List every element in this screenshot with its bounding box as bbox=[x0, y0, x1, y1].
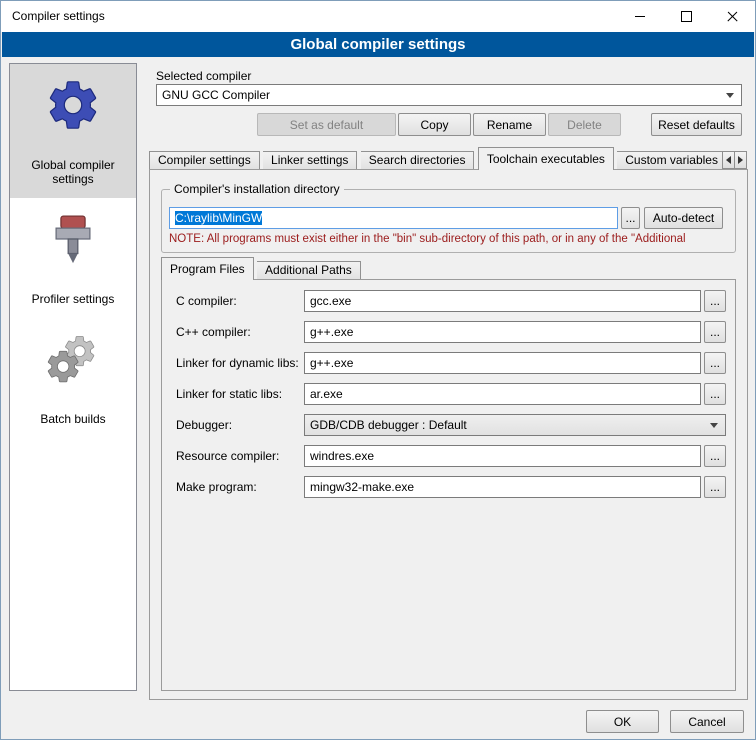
ok-button[interactable]: OK bbox=[586, 710, 659, 733]
window-title: Compiler settings bbox=[12, 1, 105, 32]
linker-static-input[interactable]: ar.exe bbox=[304, 383, 701, 405]
maximize-icon bbox=[681, 11, 692, 22]
browse-button[interactable]: ... bbox=[704, 290, 726, 312]
delete-button[interactable]: Delete bbox=[548, 113, 621, 136]
browse-button[interactable]: ... bbox=[704, 445, 726, 467]
sidebar-item-label: Batch builds bbox=[12, 412, 134, 426]
field-value: ar.exe bbox=[310, 387, 343, 401]
profiler-icon bbox=[12, 208, 134, 270]
tab-linker-settings[interactable]: Linker settings bbox=[263, 151, 357, 169]
cancel-button[interactable]: Cancel bbox=[670, 710, 744, 733]
cpp-compiler-input[interactable]: g++.exe bbox=[304, 321, 701, 343]
gear-blue-icon bbox=[12, 74, 134, 136]
selected-compiler-combobox[interactable]: GNU GCC Compiler bbox=[156, 84, 742, 106]
installation-directory-group-title: Compiler's installation directory bbox=[170, 182, 344, 197]
dialog-header: Global compiler settings bbox=[2, 32, 754, 57]
chevron-down-icon bbox=[710, 423, 718, 428]
field-label: C compiler: bbox=[176, 290, 237, 312]
close-icon bbox=[726, 10, 739, 23]
field-value: g++.exe bbox=[310, 325, 353, 339]
debugger-combobox[interactable]: GDB/CDB debugger : Default bbox=[304, 414, 726, 436]
browse-button[interactable]: ... bbox=[704, 352, 726, 374]
browse-button[interactable]: ... bbox=[704, 476, 726, 498]
tab-scroll-left-icon bbox=[726, 156, 731, 164]
tab-toolchain-executables[interactable]: Toolchain executables bbox=[478, 147, 614, 170]
sidebar-item-label: Profiler settings bbox=[12, 292, 134, 306]
tab-scroll-right-button[interactable] bbox=[734, 151, 747, 169]
debugger-value: GDB/CDB debugger : Default bbox=[305, 418, 710, 432]
tab-compiler-settings[interactable]: Compiler settings bbox=[149, 151, 260, 169]
sidebar-item-batch-builds[interactable]: Batch builds bbox=[10, 318, 136, 438]
tab-program-files[interactable]: Program Files bbox=[161, 257, 254, 280]
make-program-input[interactable]: mingw32-make.exe bbox=[304, 476, 701, 498]
c-compiler-input[interactable]: gcc.exe bbox=[304, 290, 701, 312]
rename-button[interactable]: Rename bbox=[473, 113, 546, 136]
tab-search-directories[interactable]: Search directories bbox=[361, 151, 475, 169]
field-label: Debugger: bbox=[176, 414, 232, 436]
field-label: C++ compiler: bbox=[176, 321, 251, 343]
field-label: Make program: bbox=[176, 476, 257, 498]
copy-button[interactable]: Copy bbox=[398, 113, 471, 136]
field-label: Resource compiler: bbox=[176, 445, 279, 467]
installation-directory-browse-button[interactable]: ... bbox=[621, 207, 640, 229]
chevron-down-icon bbox=[726, 93, 734, 98]
field-label: Linker for dynamic libs: bbox=[176, 352, 299, 374]
sidebar-item-profiler-settings[interactable]: Profiler settings bbox=[10, 198, 136, 318]
auto-detect-button[interactable]: Auto-detect bbox=[644, 207, 723, 229]
compiler-settings-window: Compiler settings Global compiler settin… bbox=[0, 0, 756, 740]
installation-directory-value: C:\raylib\MinGW bbox=[175, 211, 262, 225]
tab-additional-paths[interactable]: Additional Paths bbox=[257, 261, 361, 279]
titlebar[interactable]: Compiler settings bbox=[1, 1, 755, 32]
browse-button[interactable]: ... bbox=[704, 321, 726, 343]
tab-scroll-right-icon bbox=[738, 156, 743, 164]
tab-custom-variables[interactable]: Custom variables bbox=[617, 151, 723, 169]
installation-directory-input[interactable]: C:\raylib\MinGW bbox=[169, 207, 618, 229]
close-button[interactable] bbox=[709, 1, 755, 32]
field-value: mingw32-make.exe bbox=[310, 480, 414, 494]
maximize-button[interactable] bbox=[663, 1, 709, 32]
compiler-tabstrip: Compiler settings Linker settings Search… bbox=[149, 147, 748, 170]
set-as-default-button[interactable]: Set as default bbox=[257, 113, 396, 136]
reset-defaults-button[interactable]: Reset defaults bbox=[651, 113, 742, 136]
field-label: Linker for static libs: bbox=[176, 383, 282, 405]
selected-compiler-value: GNU GCC Compiler bbox=[157, 88, 726, 102]
sidebar-item-label: Global compiler settings bbox=[12, 158, 134, 186]
program-files-tabstrip: Program Files Additional Paths bbox=[161, 257, 736, 280]
browse-button[interactable]: ... bbox=[704, 383, 726, 405]
field-value: gcc.exe bbox=[310, 294, 351, 308]
settings-sidebar: Global compiler settings Profiler settin… bbox=[9, 63, 137, 691]
minimize-button[interactable] bbox=[617, 1, 663, 32]
minimize-icon bbox=[635, 16, 645, 17]
field-value: g++.exe bbox=[310, 356, 353, 370]
field-value: windres.exe bbox=[310, 449, 374, 463]
note-text: NOTE: All programs must exist either in … bbox=[169, 233, 739, 245]
sidebar-item-global-compiler-settings[interactable]: Global compiler settings bbox=[10, 64, 136, 198]
gears-gray-icon bbox=[12, 328, 134, 390]
linker-dynamic-input[interactable]: g++.exe bbox=[304, 352, 701, 374]
resource-compiler-input[interactable]: windres.exe bbox=[304, 445, 701, 467]
